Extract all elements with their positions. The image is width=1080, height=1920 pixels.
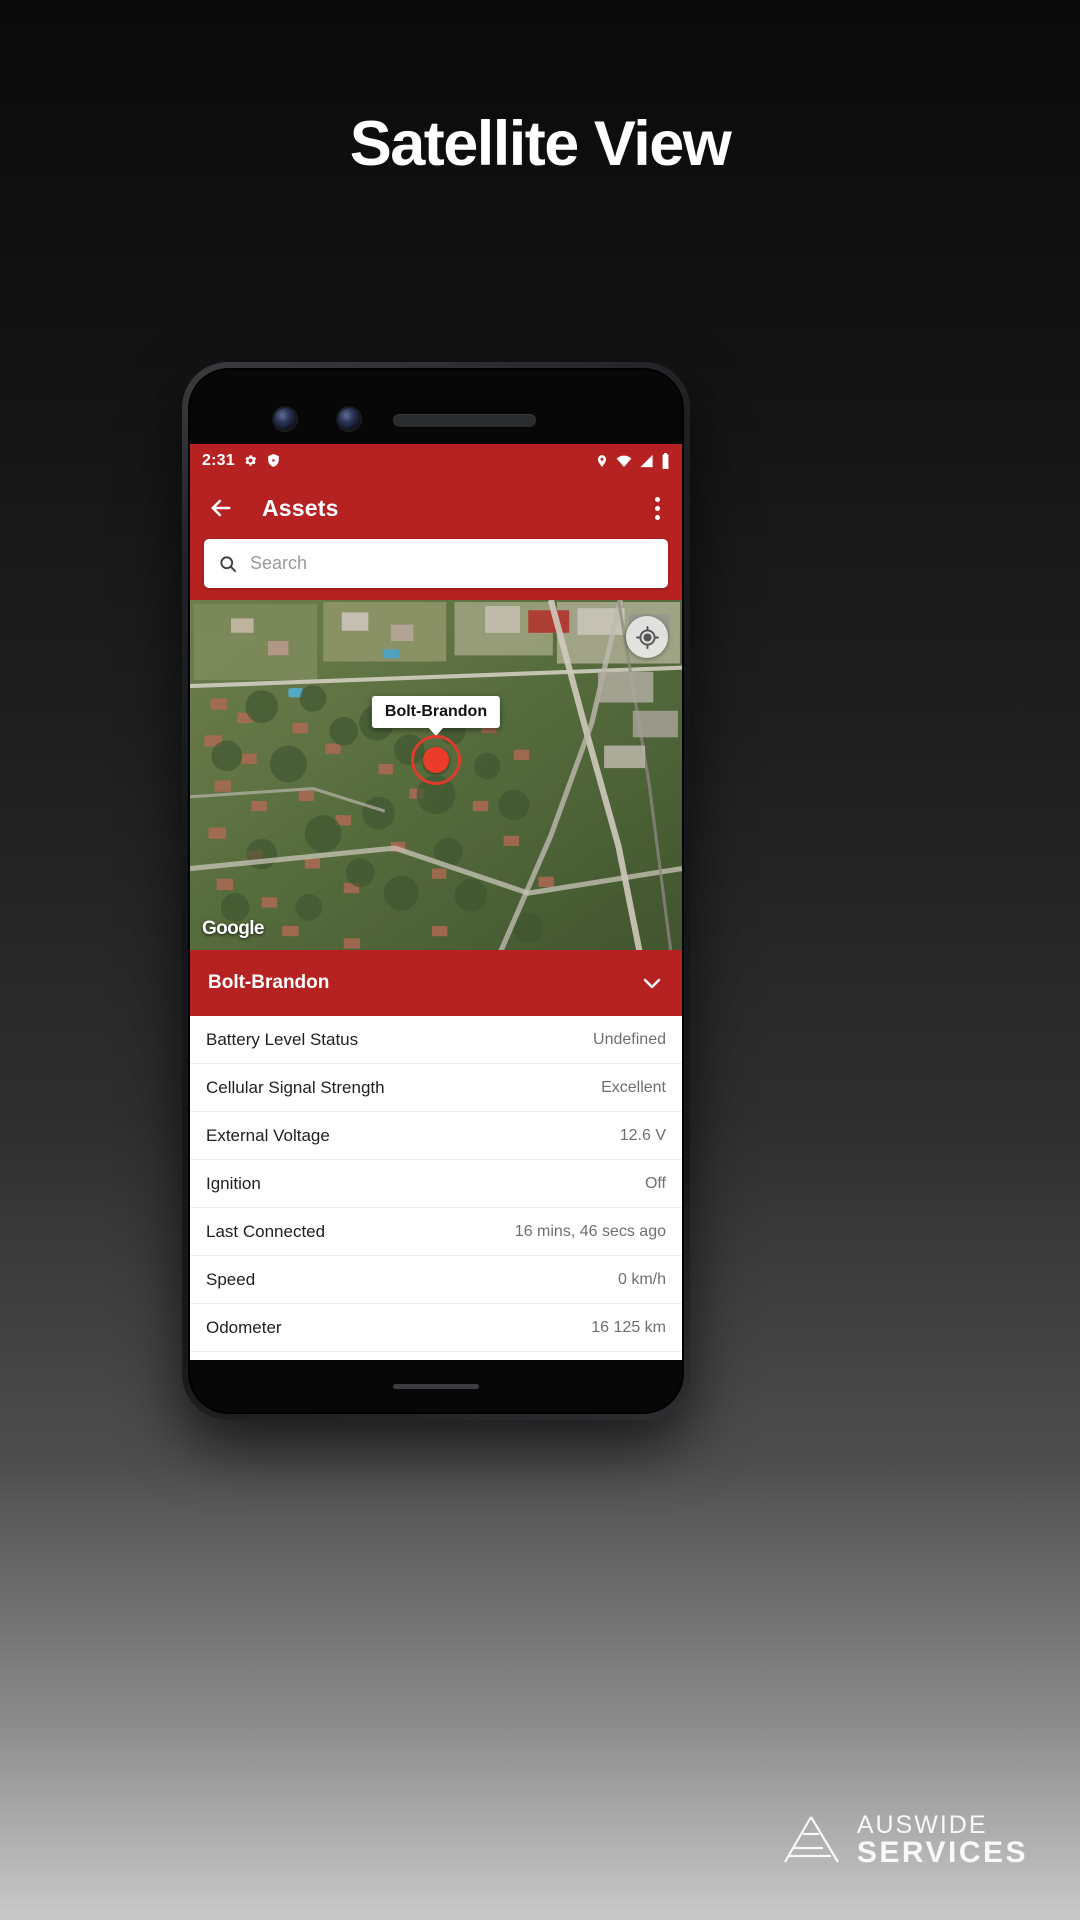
detail-value: 16 125 km bbox=[591, 1318, 666, 1336]
status-bar-right bbox=[595, 452, 670, 469]
table-row[interactable]: External Voltage 12.6 V bbox=[190, 1112, 682, 1160]
earpiece-speaker bbox=[393, 414, 536, 427]
detail-value: 16 mins, 46 secs ago bbox=[514, 1222, 666, 1240]
watermark-line-2: SERVICES bbox=[856, 1836, 1028, 1869]
brand-watermark: AUSWIDE SERVICES bbox=[781, 1813, 1028, 1868]
detail-label: External Voltage bbox=[206, 1125, 330, 1145]
front-camera-secondary-icon bbox=[338, 408, 360, 430]
front-camera-icon bbox=[274, 408, 296, 430]
search-icon bbox=[218, 554, 238, 574]
table-row[interactable]: Last Connected 16 mins, 46 secs ago bbox=[190, 1208, 682, 1256]
search-bar-container: Search bbox=[190, 539, 682, 600]
table-row[interactable]: Cellular Signal Strength Excellent bbox=[190, 1064, 682, 1112]
detail-value: 0 km/h bbox=[617, 1270, 666, 1288]
asset-detail-list: Battery Level Status Undefined Cellular … bbox=[190, 1016, 682, 1360]
detail-value: 12.6 V bbox=[619, 1126, 666, 1144]
map-asset-marker[interactable] bbox=[411, 735, 461, 785]
app-bar-title: Assets bbox=[262, 494, 339, 521]
table-row[interactable]: Battery Level Status Undefined bbox=[190, 1016, 682, 1064]
detail-label: Ignition bbox=[206, 1173, 261, 1193]
home-indicator bbox=[393, 1384, 479, 1389]
status-bar: 2:31 bbox=[190, 444, 682, 477]
satellite-map[interactable]: Bolt-Brandon Google bbox=[190, 600, 682, 950]
table-row[interactable]: Odometer 16 125 km bbox=[190, 1304, 682, 1352]
wifi-icon bbox=[616, 454, 632, 468]
phone-screen: 2:31 Assets Search Bolt-Brandon Google B… bbox=[190, 444, 682, 1360]
table-row[interactable]: Ignition Off bbox=[190, 1160, 682, 1208]
detail-value: Undefined bbox=[593, 1030, 666, 1048]
phone-bottom-bezel bbox=[190, 1360, 682, 1412]
detail-value: Excellent bbox=[601, 1078, 666, 1096]
location-pin-icon bbox=[595, 454, 609, 468]
app-bar: Assets bbox=[190, 477, 682, 539]
gear-icon bbox=[243, 453, 258, 468]
page-title: Satellite View bbox=[349, 109, 732, 179]
detail-label: Battery Level Status bbox=[206, 1029, 359, 1049]
detail-label: Cellular Signal Strength bbox=[206, 1077, 385, 1097]
detail-label: Speed bbox=[206, 1269, 256, 1289]
table-row[interactable]: Run Hours 495 h bbox=[190, 1352, 682, 1360]
more-options-icon[interactable] bbox=[649, 491, 666, 526]
cellular-signal-icon bbox=[639, 454, 654, 468]
detail-label: Last Connected bbox=[206, 1221, 326, 1241]
phone-top-bezel bbox=[190, 370, 682, 444]
status-bar-left: 2:31 bbox=[202, 452, 281, 470]
phone-inner-frame: 2:31 Assets Search Bolt-Brandon Google B… bbox=[188, 368, 684, 1414]
phone-device-frame: 2:31 Assets Search Bolt-Brandon Google B… bbox=[182, 362, 690, 1420]
battery-icon bbox=[661, 452, 670, 469]
chevron-down-icon[interactable] bbox=[640, 971, 664, 995]
auswide-logo-icon bbox=[781, 1814, 843, 1868]
table-row[interactable]: Speed 0 km/h bbox=[190, 1256, 682, 1304]
map-marker-label[interactable]: Bolt-Brandon bbox=[371, 696, 501, 728]
detail-label: Odometer bbox=[206, 1317, 282, 1337]
my-location-icon[interactable] bbox=[626, 616, 668, 658]
status-bar-clock: 2:31 bbox=[202, 451, 235, 469]
watermark-text: AUSWIDE SERVICES bbox=[857, 1813, 1028, 1868]
detail-value: Off bbox=[644, 1174, 666, 1192]
search-placeholder-text: Search bbox=[250, 553, 308, 573]
asset-header-title: Bolt-Brandon bbox=[208, 972, 330, 993]
asset-header[interactable]: Bolt-Brandon bbox=[190, 950, 682, 1016]
shield-play-icon bbox=[266, 453, 281, 468]
google-attribution: Google bbox=[202, 918, 264, 939]
watermark-line-1: AUSWIDE bbox=[856, 1811, 988, 1839]
search-input[interactable]: Search bbox=[204, 539, 668, 588]
back-arrow-icon[interactable] bbox=[206, 493, 236, 523]
